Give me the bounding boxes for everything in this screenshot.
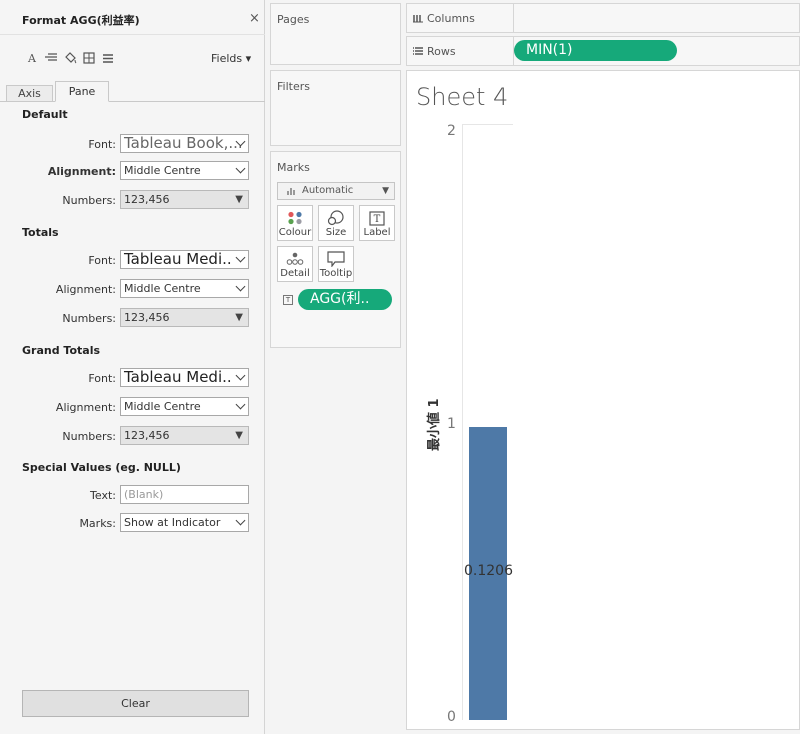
fields-dropdown[interactable]: Fields ▾ [211,52,251,65]
detail-icon [278,250,312,268]
totals-alignment-label: Alignment: [55,283,116,296]
detail-button[interactable]: Detail [277,246,313,282]
shading-format-icon[interactable] [63,51,77,65]
caret-down-icon: ▼ [235,312,243,323]
tab-pane[interactable]: Pane [55,81,109,102]
borders-format-icon[interactable] [82,51,96,65]
section-totals-heading: Totals [22,226,59,239]
y-tick-label: 0 [447,709,456,725]
label-icon: T [360,209,394,227]
default-alignment-select[interactable]: Middle Centre [120,161,249,180]
alignment-format-icon[interactable] [44,51,58,65]
special-text-input[interactable]: (Blank) [120,485,249,504]
y-tick-label: 1 [447,416,456,432]
rows-shelf-label: Rows [427,45,456,58]
size-button[interactable]: Size [318,205,354,241]
grand-totals-numbers-label: Numbers: [62,430,116,443]
colour-button[interactable]: Colour [277,205,313,241]
tab-axis[interactable]: Axis [6,85,53,101]
close-icon[interactable]: × [249,11,260,26]
caret-down-icon: ▼ [235,430,243,441]
marks-card-title: Marks [277,161,310,174]
format-pane: Format AGG(利益率) × A Fields ▾ Axis Pane D… [0,0,265,734]
special-text-label: Text: [90,489,116,502]
pages-card[interactable]: Pages [270,3,401,65]
chevron-down-icon [235,370,246,381]
columns-shelf-label: Columns [427,12,475,25]
default-numbers-select[interactable]: 123,456 ▼ [120,190,249,209]
filters-card[interactable]: Filters [270,70,401,146]
marks-card: Marks Automatic ▼ Colour Size T Label De… [270,151,401,348]
sheet-title: Sheet 4 [416,83,509,111]
columns-shelf[interactable]: Columns [406,3,800,33]
colour-icon [278,209,312,227]
bar-chart-icon [287,187,295,195]
lines-format-icon[interactable] [101,51,115,65]
rows-field-pill[interactable]: MIN(1) [514,40,677,61]
format-toolbar: A Fields ▾ [0,34,265,78]
chevron-down-icon [235,399,246,410]
default-alignment-label: Alignment: [47,165,116,178]
y-axis-line [462,124,463,720]
text-label-icon: T [283,295,293,305]
special-marks-select[interactable]: Show at Indicator [120,513,249,532]
tooltip-button[interactable]: Tooltip [318,246,354,282]
grand-totals-alignment-label: Alignment: [55,401,116,414]
section-grand-totals-heading: Grand Totals [22,344,101,357]
totals-font-label: Font: [88,254,116,267]
totals-alignment-select[interactable]: Middle Centre [120,279,249,298]
label-button[interactable]: T Label [359,205,395,241]
filters-card-title: Filters [277,80,310,93]
chevron-down-icon [235,163,246,174]
size-icon [319,209,353,227]
totals-numbers-select[interactable]: 123,456 ▼ [120,308,249,327]
y-tick-label: 2 [447,123,456,139]
tooltip-icon [319,250,353,268]
chevron-down-icon [235,515,246,526]
y-axis-title: 最小値 1 [427,398,442,451]
default-numbers-label: Numbers: [62,194,116,207]
section-special-values-heading: Special Values (eg. NULL) [22,461,181,474]
columns-icon [413,13,423,23]
chevron-down-icon [235,281,246,292]
chevron-down-icon [235,252,246,263]
grand-totals-font-select[interactable]: Tableau Medi.. [120,368,249,387]
default-font-select[interactable]: Tableau Book,... [120,134,249,153]
rows-icon [413,46,423,56]
grand-totals-numbers-select[interactable]: 123,456 ▼ [120,426,249,445]
shelf-divider [513,4,514,32]
special-marks-label: Marks: [79,517,116,530]
axis-top-border [462,124,513,125]
section-default-heading: Default [22,108,68,121]
svg-text:T: T [374,214,381,225]
bar-data-label: 0.1206 [464,563,513,579]
clear-button[interactable]: Clear [22,690,249,717]
rows-shelf[interactable]: Rows MIN(1) [406,36,800,66]
caret-down-icon: ▼ [235,194,243,205]
totals-numbers-label: Numbers: [62,312,116,325]
font-format-icon[interactable]: A [25,51,39,65]
grand-totals-font-label: Font: [88,372,116,385]
tab-divider [0,101,265,102]
totals-font-select[interactable]: Tableau Medi.. [120,250,249,269]
label-field-pill[interactable]: AGG(利.. [298,289,392,310]
default-font-label: Font: [88,138,116,151]
worksheet: Sheet 4 最小値 1 0 1 2 0.1206 [406,70,800,730]
mark-type-select[interactable]: Automatic ▼ [277,182,395,200]
grand-totals-alignment-select[interactable]: Middle Centre [120,397,249,416]
format-pane-title: Format AGG(利益率) [22,14,140,27]
caret-down-icon: ▼ [382,186,389,196]
pages-card-title: Pages [277,13,310,26]
